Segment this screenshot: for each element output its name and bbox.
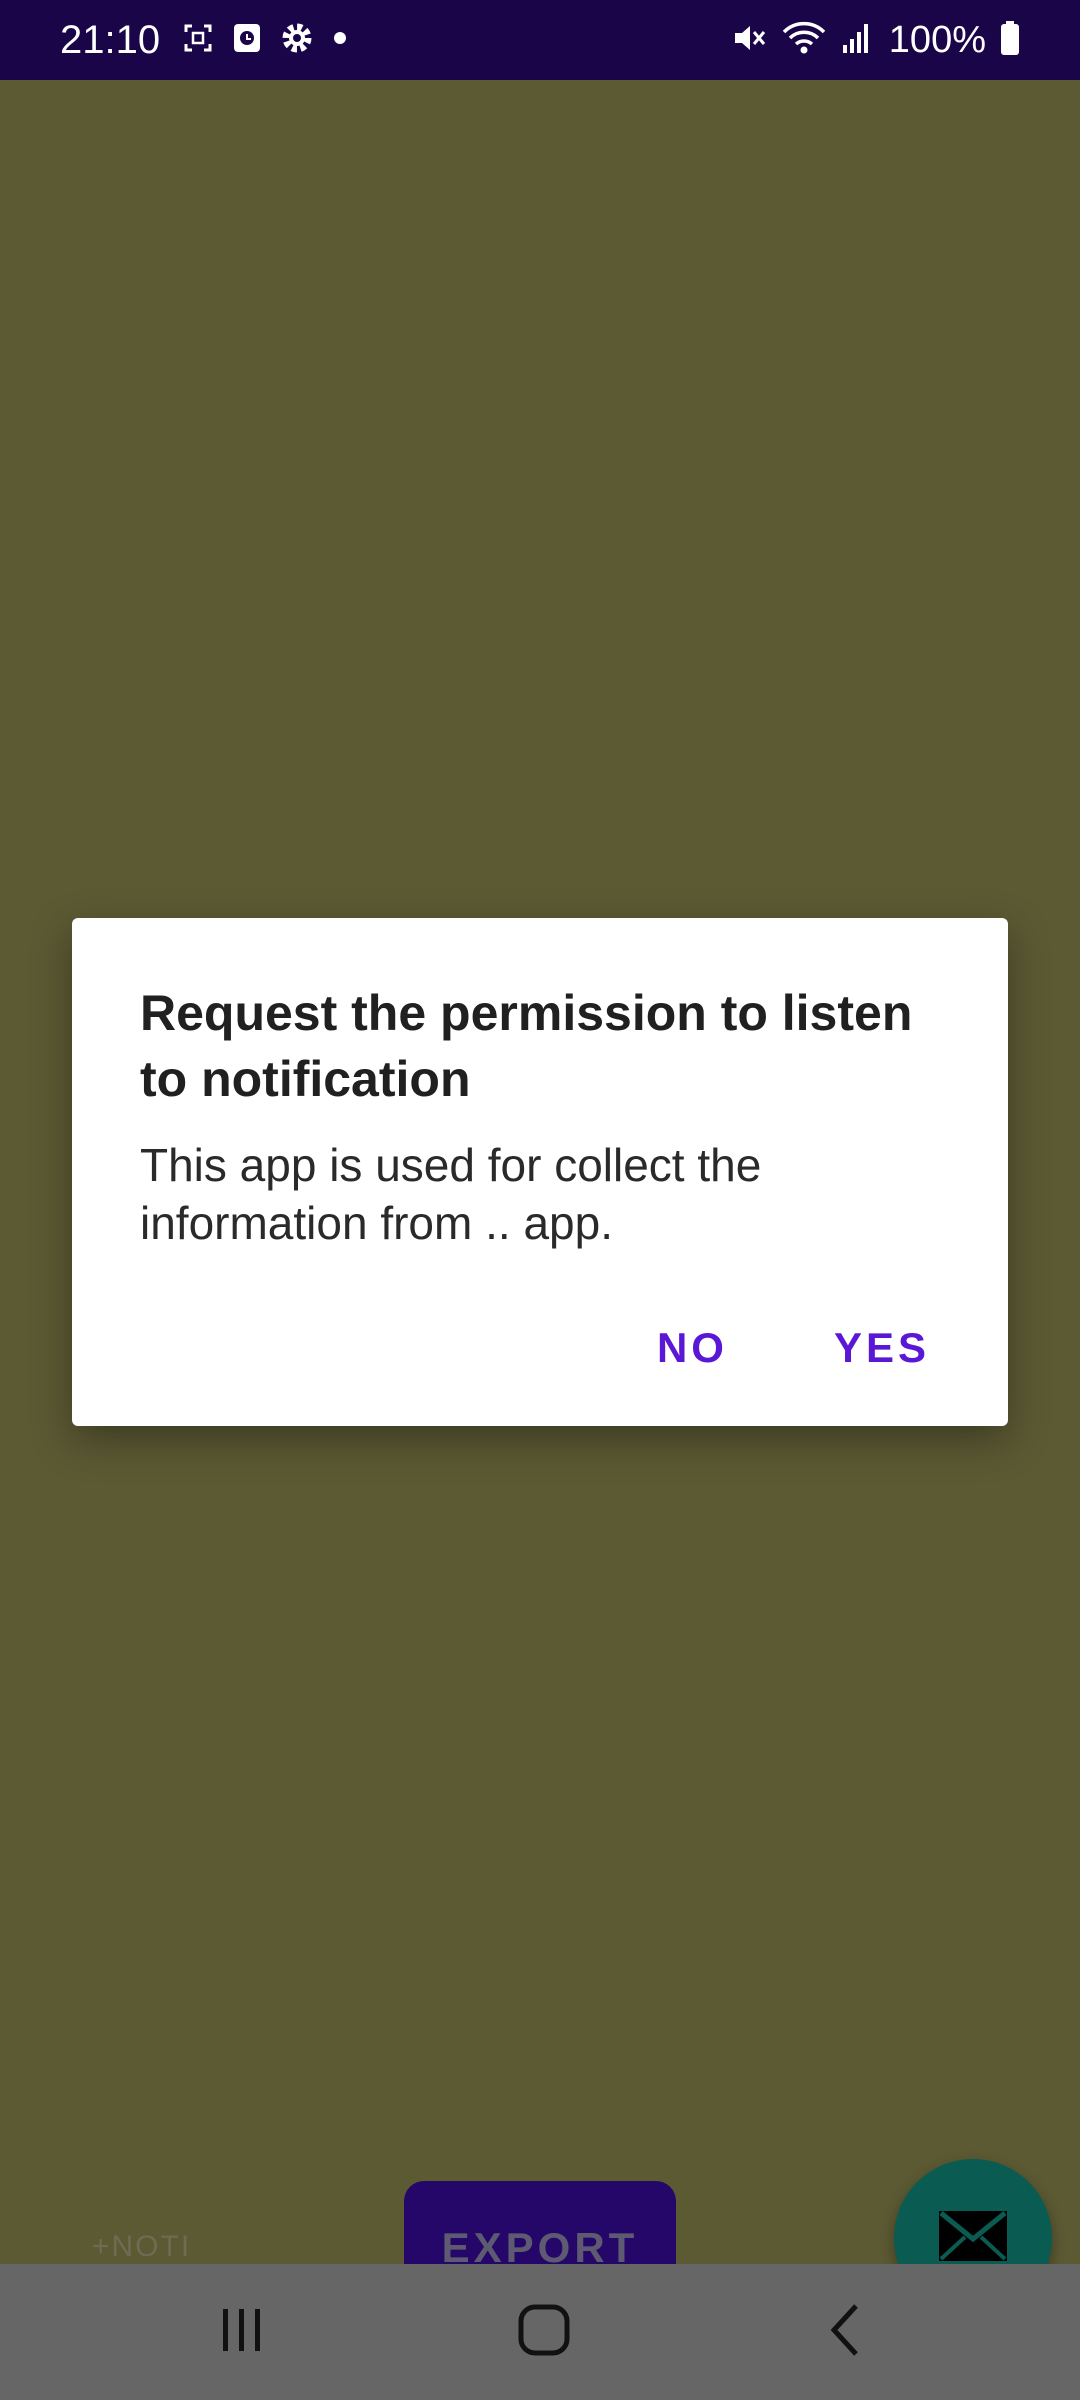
navigation-bar <box>0 2264 1080 2400</box>
mail-icon <box>937 2209 1009 2268</box>
status-notification-icons <box>182 21 348 60</box>
status-time: 21:10 <box>60 17 161 62</box>
mute-icon <box>731 20 767 61</box>
home-icon <box>517 2303 571 2362</box>
battery-percentage: 100% <box>888 18 986 61</box>
recents-icon <box>217 2305 267 2360</box>
status-bar: 21:10 100% <box>0 0 1080 80</box>
add-notification-button[interactable]: +NOTI <box>92 2230 191 2264</box>
back-button[interactable] <box>766 2264 926 2400</box>
screenshot-icon <box>182 22 214 59</box>
status-system-icons: 100% <box>731 19 1020 62</box>
dialog-message: This app is used for collect the informa… <box>140 1139 762 1249</box>
home-button[interactable] <box>464 2264 624 2400</box>
wifi-icon <box>781 20 827 61</box>
back-icon <box>826 2302 866 2363</box>
media-icon <box>232 22 262 59</box>
permission-dialog: Request the permission to listen to noti… <box>72 918 1008 1426</box>
no-button[interactable]: NO <box>657 1324 728 1372</box>
recents-button[interactable] <box>162 2264 322 2400</box>
dot-icon <box>332 30 348 51</box>
battery-icon <box>1000 20 1020 61</box>
settings-gear-icon <box>280 21 314 60</box>
dialog-actions: NO YES <box>657 1324 930 1372</box>
signal-icon <box>841 21 871 60</box>
yes-button[interactable]: YES <box>834 1324 930 1372</box>
dialog-title: Request the permission to listen to noti… <box>140 985 913 1107</box>
